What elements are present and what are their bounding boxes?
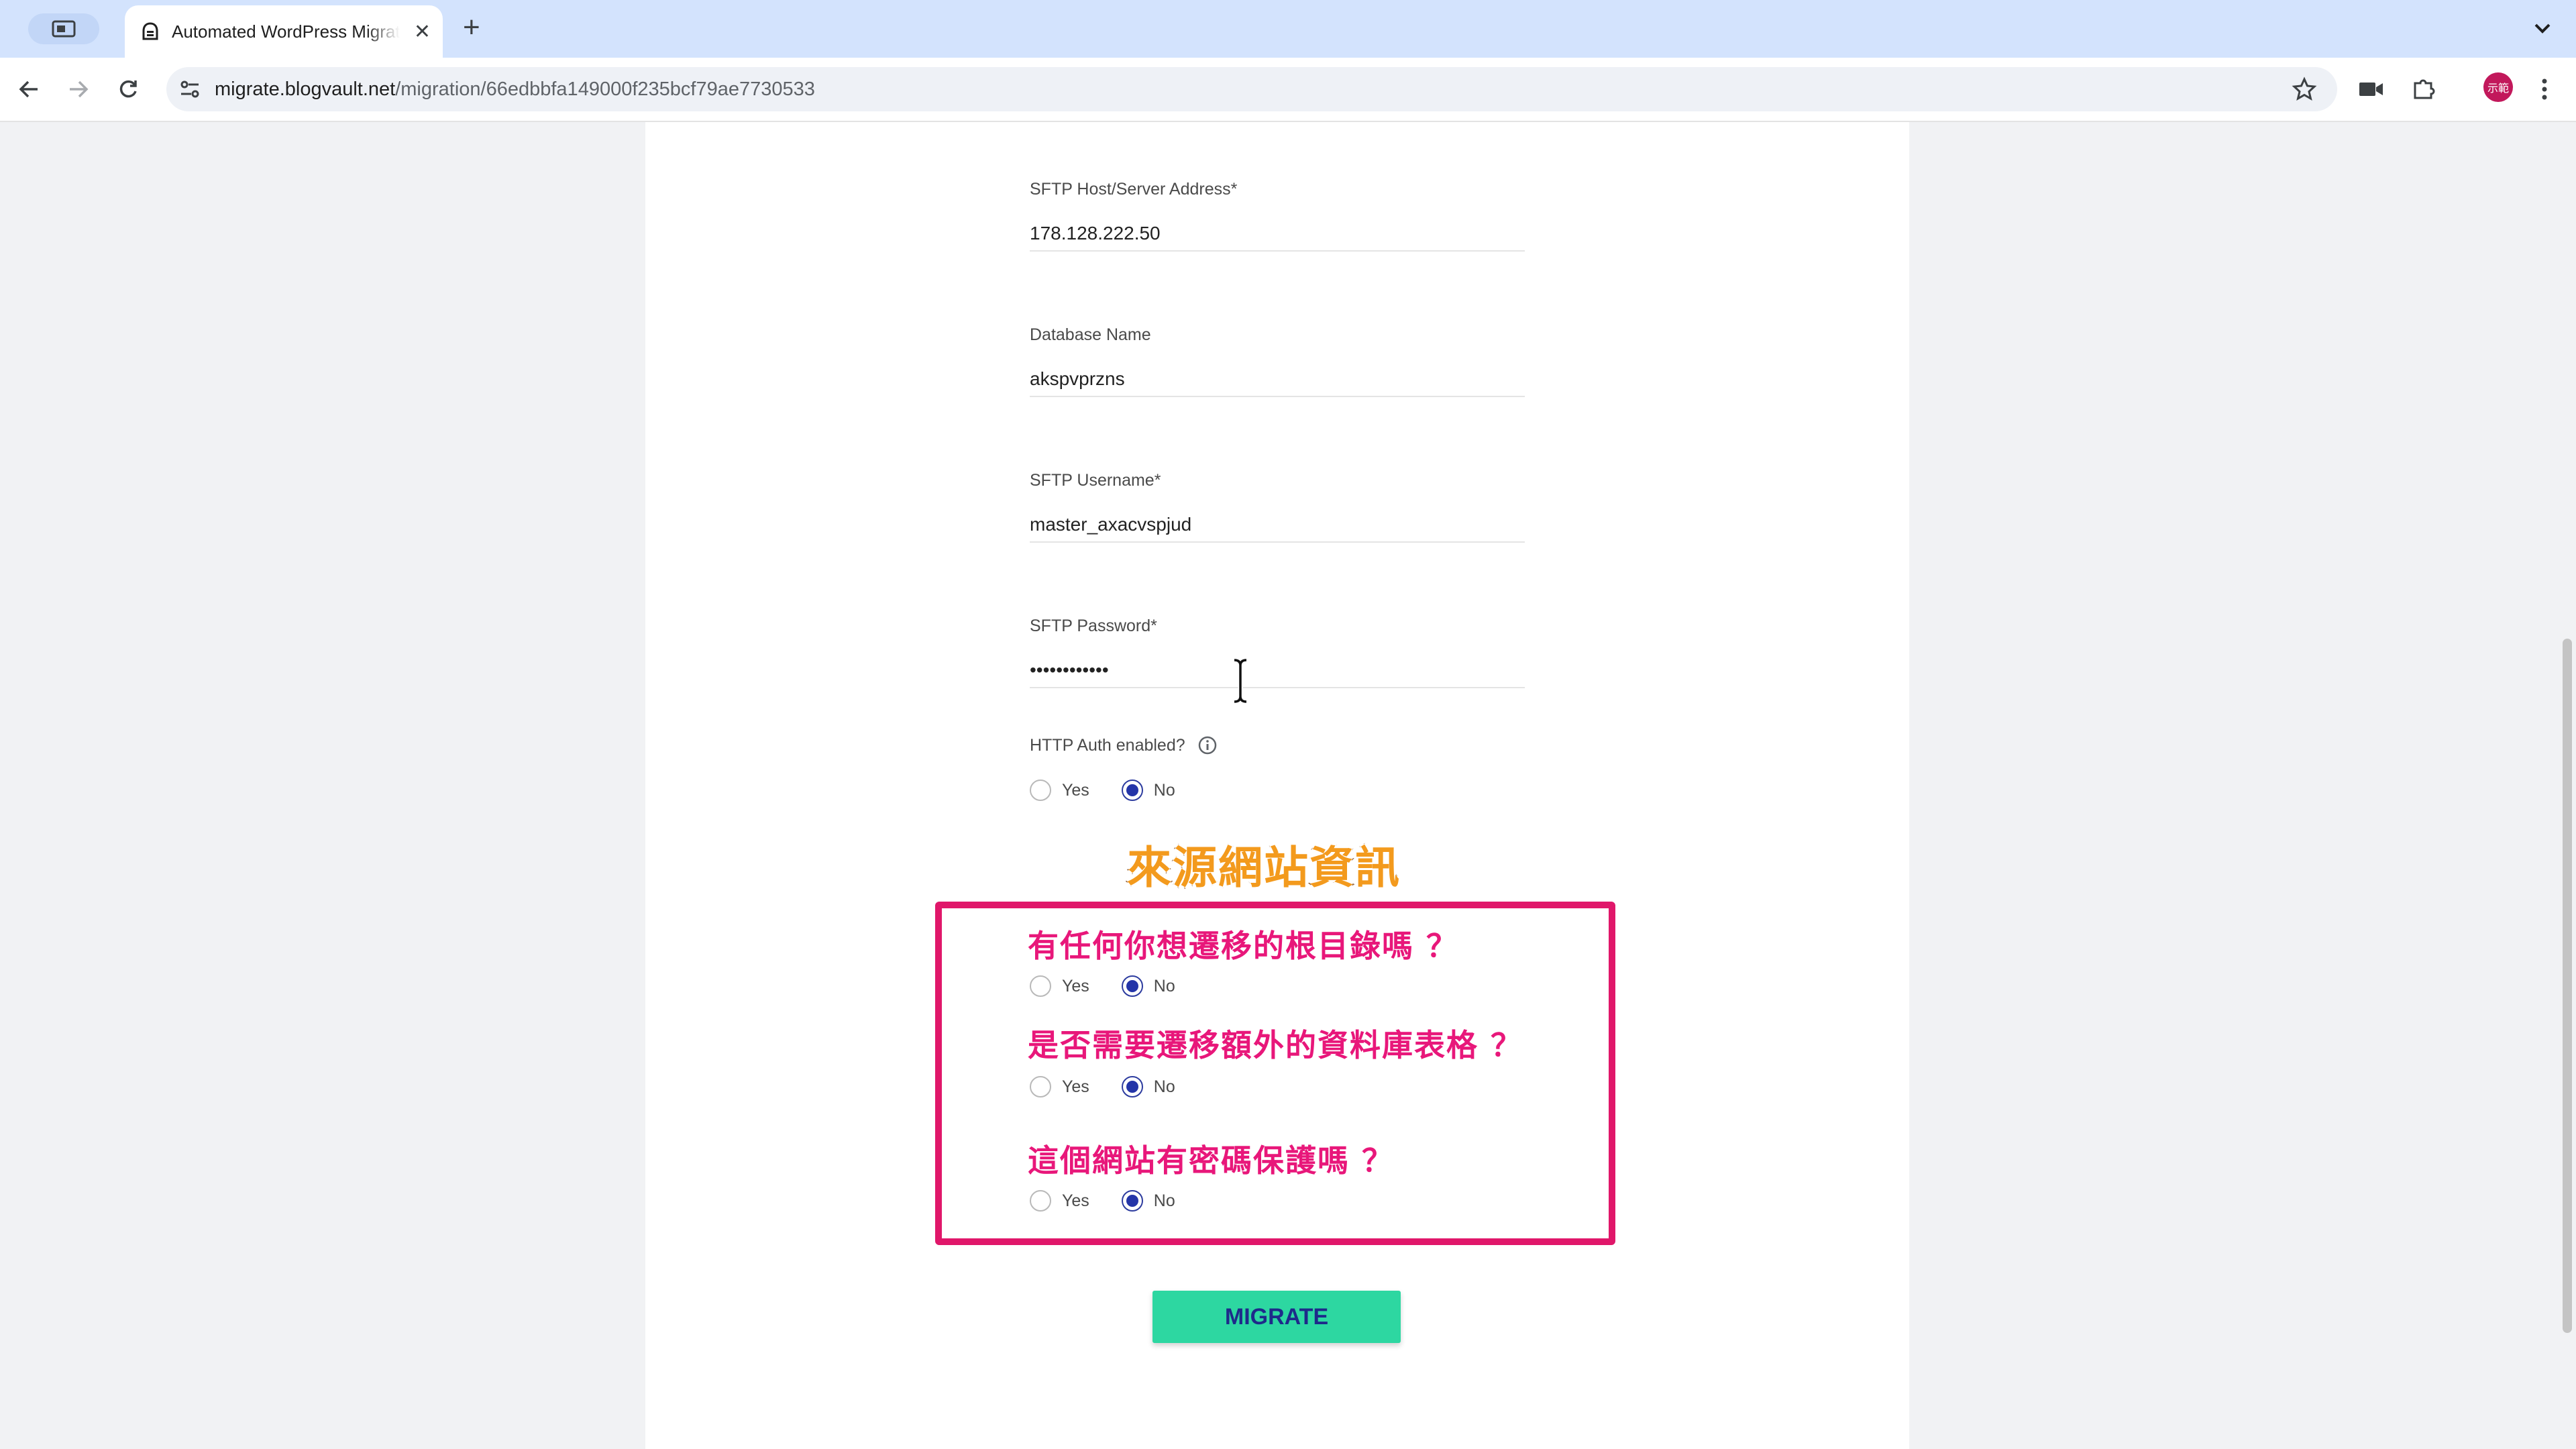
- password-protected-yes-radio[interactable]: [1030, 1190, 1051, 1212]
- sftp-host-field: SFTP Host/Server Address*: [1030, 180, 1525, 252]
- extra-tables-yes-label[interactable]: Yes: [1062, 1077, 1089, 1097]
- text-cursor-icon: [1234, 657, 1247, 704]
- migration-form-card: [645, 122, 1909, 1449]
- tab-groups-icon: [52, 20, 76, 38]
- sftp-host-label: SFTP Host/Server Address*: [1030, 180, 1238, 199]
- http-auth-no-label[interactable]: No: [1154, 781, 1175, 800]
- back-arrow-icon: [19, 80, 38, 98]
- password-protected-no-radio[interactable]: [1121, 1190, 1143, 1212]
- sftp-password-input[interactable]: [1030, 653, 1525, 688]
- sftp-username-label: SFTP Username*: [1030, 471, 1161, 490]
- extensions-puzzle-icon[interactable]: [2408, 74, 2439, 105]
- http-auth-yes-radio[interactable]: [1030, 780, 1051, 801]
- password-protected-radio-group: Yes No: [1030, 1190, 1208, 1212]
- forward-arrow-icon: [70, 80, 89, 98]
- sftp-password-label: SFTP Password*: [1030, 616, 1157, 635]
- browser-toolbar: migrate.blogvault.net/migration/66edbbfa…: [0, 58, 2576, 122]
- root-directory-no-radio[interactable]: [1121, 975, 1143, 997]
- address-bar[interactable]: migrate.blogvault.net/migration/66edbbfa…: [166, 67, 2337, 111]
- extra-tables-radio-group: Yes No: [1030, 1076, 1208, 1097]
- page-viewport: [0, 122, 2576, 1449]
- url-text[interactable]: migrate.blogvault.net/migration/66edbbfa…: [215, 78, 815, 101]
- password-protected-question: 這個網站有密碼保護嗎 ？: [1028, 1142, 1395, 1179]
- tab-title: Automated WordPress Migrat: [172, 21, 400, 42]
- http-auth-label: HTTP Auth enabled?: [1030, 735, 1185, 755]
- tab-close-icon[interactable]: ✕: [414, 20, 431, 44]
- tab-strip: Automated WordPress Migrat ✕ +: [0, 0, 2576, 58]
- overlay-section-title: 來源網站資訊: [1126, 841, 1401, 895]
- database-name-label: Database Name: [1030, 325, 1151, 344]
- profile-avatar[interactable]: 示範: [2483, 72, 2513, 102]
- root-directory-yes-label[interactable]: Yes: [1062, 977, 1089, 996]
- password-protected-no-label[interactable]: No: [1154, 1191, 1175, 1211]
- migrate-button[interactable]: MIGRATE: [1152, 1291, 1401, 1343]
- extra-tables-question: 是否需要遷移額外的資料庫表格 ？: [1028, 1027, 1523, 1063]
- extra-tables-yes-radio[interactable]: [1030, 1076, 1051, 1097]
- root-directory-question: 有任何你想遷移的根目錄嗎 ？: [1028, 928, 1459, 964]
- root-directory-yes-radio[interactable]: [1030, 975, 1051, 997]
- forward-button[interactable]: [63, 74, 94, 105]
- reload-icon: [119, 80, 137, 98]
- tab-search-button[interactable]: [28, 13, 99, 44]
- tab-list-chevron-icon[interactable]: [2529, 15, 2556, 42]
- camera-indicator-icon[interactable]: [2356, 74, 2387, 105]
- password-protected-yes-label[interactable]: Yes: [1062, 1191, 1089, 1211]
- reload-button[interactable]: [113, 74, 144, 105]
- http-auth-yes-label[interactable]: Yes: [1062, 781, 1089, 800]
- url-domain: migrate.blogvault.net: [215, 78, 396, 100]
- sftp-username-input[interactable]: [1030, 508, 1525, 543]
- url-path: /migration/66edbbfa149000f235bcf79ae7730…: [395, 78, 815, 100]
- database-name-input[interactable]: [1030, 362, 1525, 397]
- scrollbar-thumb[interactable]: [2563, 639, 2572, 1333]
- root-directory-no-label[interactable]: No: [1154, 977, 1175, 996]
- http-auth-no-radio[interactable]: [1121, 780, 1143, 801]
- info-icon[interactable]: [1197, 735, 1218, 755]
- new-tab-button[interactable]: +: [463, 11, 480, 44]
- site-info-icon[interactable]: [178, 78, 201, 101]
- root-directory-radio-group: Yes No: [1030, 975, 1208, 997]
- http-auth-radio-group: Yes No: [1030, 780, 1208, 801]
- menu-kebab-icon[interactable]: [2529, 74, 2560, 105]
- active-tab[interactable]: Automated WordPress Migrat ✕: [125, 5, 443, 58]
- sftp-host-input[interactable]: [1030, 217, 1525, 252]
- blogvault-favicon-icon: [138, 19, 162, 44]
- extra-tables-no-label[interactable]: No: [1154, 1077, 1175, 1097]
- bookmark-star-icon[interactable]: [2292, 76, 2317, 102]
- sftp-username-field: SFTP Username*: [1030, 471, 1525, 543]
- extra-tables-no-radio[interactable]: [1121, 1076, 1143, 1097]
- sftp-password-field: SFTP Password*: [1030, 616, 1525, 688]
- page-scrollbar[interactable]: [2557, 122, 2576, 1449]
- database-name-field: Database Name: [1030, 325, 1525, 397]
- back-button[interactable]: [13, 74, 44, 105]
- http-auth-question: HTTP Auth enabled?: [1030, 735, 1218, 755]
